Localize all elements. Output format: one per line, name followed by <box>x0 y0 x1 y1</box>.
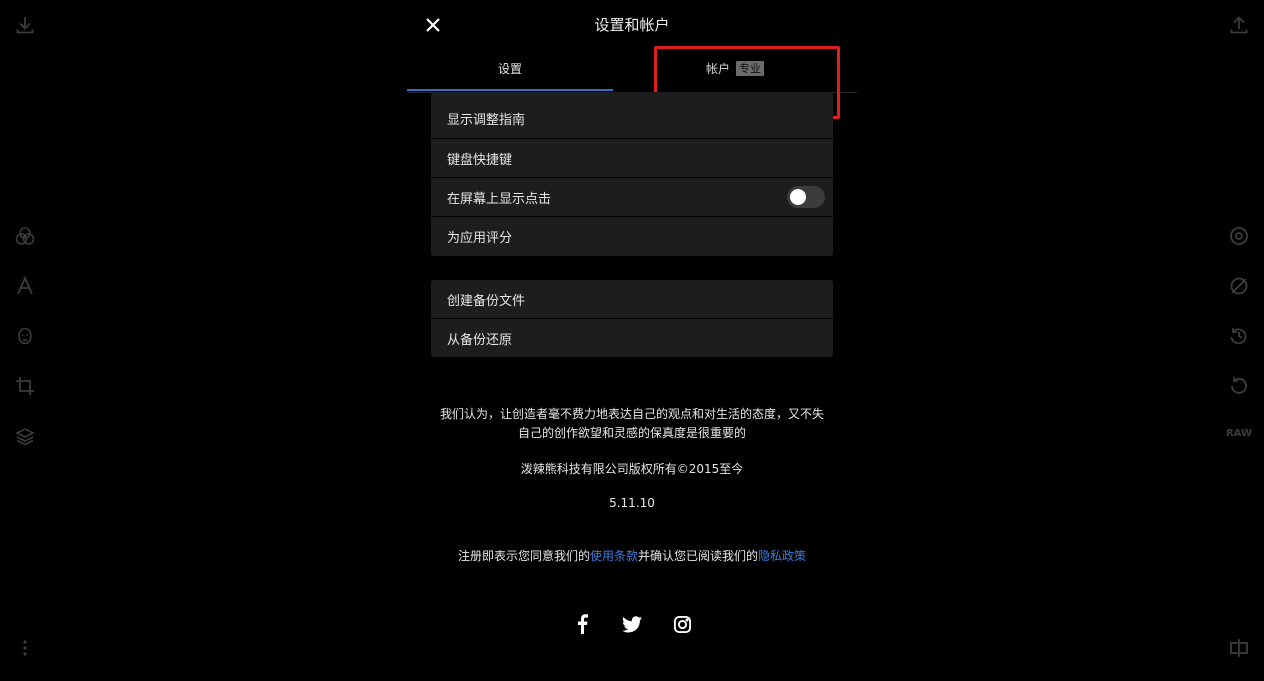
create-backup-item[interactable]: 创建备份文件 <box>431 280 833 319</box>
face-retouch-icon[interactable] <box>14 325 36 347</box>
list-item-label: 显示调整指南 <box>447 113 526 128</box>
show-adjustment-guides-item[interactable]: 显示调整指南 <box>431 99 833 138</box>
text-tool-icon[interactable] <box>14 275 36 297</box>
raw-label[interactable]: RAW <box>1220 428 1258 439</box>
legal-notice: 注册即表示您同意我们的使用条款并确认您已阅读我们的隐私政策 <box>452 547 812 566</box>
color-circles-icon[interactable] <box>14 225 36 247</box>
tab-settings-label: 设置 <box>497 61 522 76</box>
terms-link[interactable]: 使用条款 <box>590 549 638 563</box>
show-clicks-on-screen-item: 在屏幕上显示点击 <box>431 177 833 216</box>
preset-swirl-icon[interactable] <box>1228 225 1250 247</box>
compare-split-icon[interactable] <box>1228 637 1250 659</box>
toggle-knob <box>790 189 806 205</box>
privacy-link[interactable]: 隐私政策 <box>758 549 806 563</box>
list-item-label: 为应用评分 <box>447 230 513 246</box>
instagram-icon[interactable] <box>671 613 693 635</box>
tab-bar: 设置 帐户 专业 <box>407 44 857 93</box>
history-icon[interactable] <box>1228 325 1250 347</box>
backup-list: 创建备份文件 从备份还原 <box>431 280 833 357</box>
settings-list: 显示调整指南 键盘快捷键 在屏幕上显示点击 为应用评分 <box>431 92 833 256</box>
show-clicks-toggle[interactable] <box>787 186 825 208</box>
copyright-text: 泼辣熊科技有限公司版权所有©2015至今 <box>520 462 744 476</box>
dialog-title: 设置和帐户 <box>594 16 670 34</box>
version-number: 5.11.10 <box>609 496 655 510</box>
pro-badge: 专业 <box>736 60 764 76</box>
crop-icon[interactable] <box>14 375 36 397</box>
mission-statement: 我们认为，让创造者毫不费力地表达自己的观点和对生活的态度，又不失自己的创作欲望和… <box>440 407 825 440</box>
twitter-icon[interactable] <box>621 613 643 635</box>
tab-settings[interactable]: 设置 <box>407 44 613 92</box>
hide-adjustments-icon[interactable] <box>1228 275 1250 297</box>
list-item-label: 键盘快捷键 <box>447 152 513 168</box>
legal-middle: 并确认您已阅读我们的 <box>638 549 759 563</box>
list-item-label: 在屏幕上显示点击 <box>447 191 552 207</box>
list-item-label: 从备份还原 <box>447 332 513 348</box>
active-tab-indicator <box>407 89 613 91</box>
list-item-label: 创建备份文件 <box>447 294 526 309</box>
undo-icon[interactable] <box>1228 375 1250 397</box>
keyboard-shortcuts-item[interactable]: 键盘快捷键 <box>431 138 833 177</box>
rate-app-item[interactable]: 为应用评分 <box>431 216 833 255</box>
facebook-icon[interactable] <box>571 613 593 635</box>
tab-account-label: 帐户 <box>705 61 730 76</box>
restore-backup-item[interactable]: 从备份还原 <box>431 318 833 357</box>
legal-prefix: 注册即表示您同意我们的 <box>457 549 590 563</box>
more-vertical-icon[interactable] <box>14 637 36 659</box>
layers-icon[interactable] <box>14 425 36 447</box>
tab-account[interactable]: 帐户 专业 <box>613 44 857 92</box>
